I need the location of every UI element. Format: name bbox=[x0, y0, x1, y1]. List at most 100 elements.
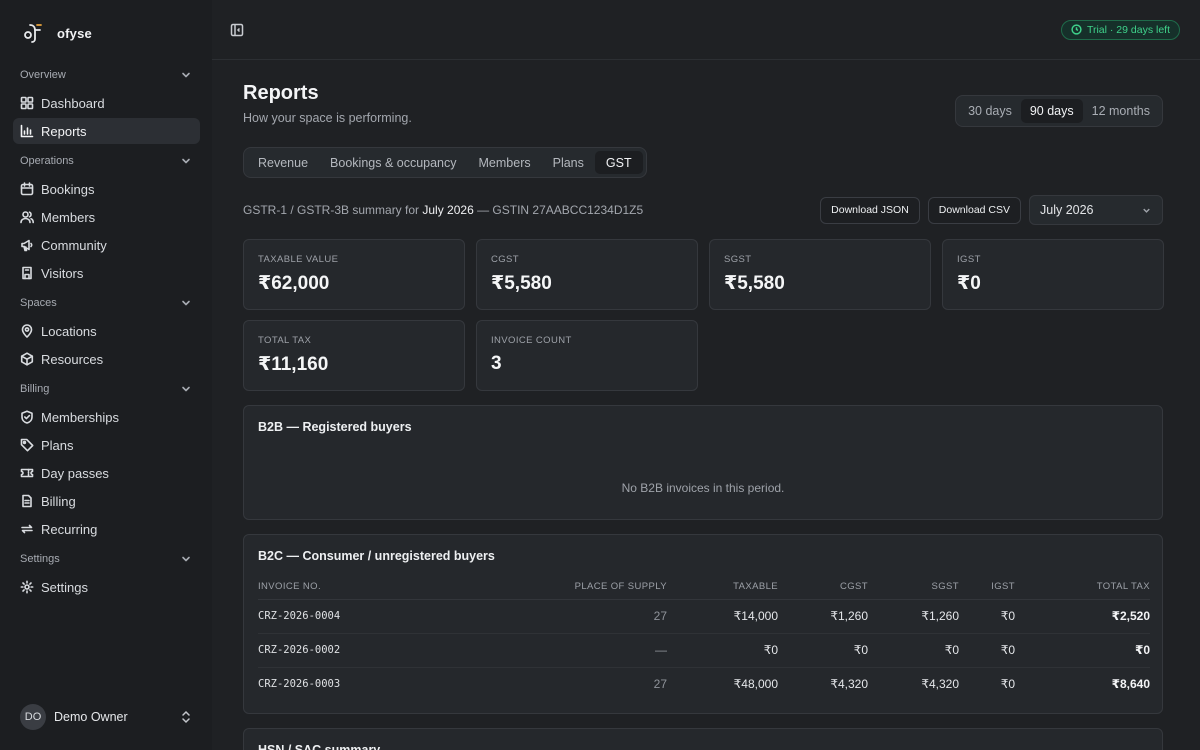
section-label: Settings bbox=[20, 553, 60, 565]
column-header: Invoice no. bbox=[258, 575, 408, 600]
invoice-number: CRZ-2026-0003 bbox=[258, 678, 341, 691]
b2b-empty-state: No B2B invoices in this period. bbox=[621, 480, 785, 495]
cgst: ₹4,320 bbox=[830, 677, 868, 692]
sidebar-toggle-icon[interactable] bbox=[230, 23, 244, 37]
igst: ₹0 bbox=[959, 633, 1015, 668]
taxable: ₹48,000 bbox=[733, 677, 778, 692]
stat-cgst: CGST ₹5,580 bbox=[476, 239, 698, 310]
chevron-down-icon bbox=[1143, 208, 1150, 213]
sidebar-section-spaces[interactable]: Spaces bbox=[0, 290, 212, 316]
sidebar-section-operations[interactable]: Operations bbox=[0, 148, 212, 174]
shield-icon bbox=[20, 410, 34, 424]
download-json-button[interactable]: Download JSON bbox=[820, 196, 920, 224]
column-header: SGST bbox=[868, 575, 959, 600]
calendar-icon bbox=[20, 182, 34, 196]
taxable: ₹0 bbox=[667, 633, 778, 668]
sidebar-item-bookings[interactable]: Bookings bbox=[13, 176, 200, 202]
gear-icon bbox=[20, 580, 34, 594]
sidebar-item-reports[interactable]: Reports bbox=[13, 118, 200, 144]
box-icon bbox=[20, 352, 34, 366]
sidebar-item-label: Memberships bbox=[41, 409, 120, 425]
tab-members[interactable]: Members bbox=[468, 151, 542, 174]
range-12-months[interactable]: 12 months bbox=[1083, 99, 1159, 123]
stat-label: Invoice count bbox=[491, 335, 572, 346]
igst: ₹0 bbox=[1000, 677, 1015, 692]
tab-revenue[interactable]: Revenue bbox=[247, 151, 319, 174]
sidebar-item-label: Community bbox=[41, 237, 107, 253]
sidebar-item-plans[interactable]: Plans bbox=[13, 432, 200, 458]
range-90-days[interactable]: 90 days bbox=[1020, 99, 1083, 123]
sidebar-item-label: Bookings bbox=[41, 181, 95, 197]
ticket-icon bbox=[20, 466, 34, 480]
place-of-supply: 27 bbox=[408, 599, 667, 634]
stat-igst: IGST ₹0 bbox=[942, 239, 1164, 310]
trial-text: Trial · 29 days left bbox=[1086, 23, 1170, 36]
chevron-down-icon bbox=[182, 72, 190, 78]
sidebar-item-members[interactable]: Members bbox=[13, 204, 200, 230]
file-icon bbox=[20, 494, 34, 508]
sidebar-item-resources[interactable]: Resources bbox=[13, 346, 200, 372]
download-csv-button[interactable]: Download CSV bbox=[927, 196, 1021, 224]
user-name: Demo Owner bbox=[54, 710, 128, 724]
cgst: ₹0 bbox=[778, 633, 868, 668]
stat-label: Taxable value bbox=[258, 254, 339, 265]
sidebar-item-memberships[interactable]: Memberships bbox=[13, 404, 200, 430]
sidebar-section-overview[interactable]: Overview bbox=[0, 62, 212, 88]
section-label: Operations bbox=[20, 155, 74, 167]
sidebar-section-billing[interactable]: Billing bbox=[0, 376, 212, 402]
gst-actions: Download JSON Download CSV July 2026 bbox=[820, 195, 1163, 225]
total-tax: ₹2,520 bbox=[1015, 599, 1150, 634]
sidebar-section-settings[interactable]: Settings bbox=[0, 546, 212, 572]
user-menu[interactable]: DO Demo Owner bbox=[20, 704, 192, 730]
chevron-down-icon bbox=[182, 158, 190, 164]
gst-toolbar: GSTR-1 / GSTR-3B summary for July 2026 —… bbox=[243, 195, 1163, 225]
stat-value: 3 bbox=[491, 353, 502, 374]
brand-name: ofyse bbox=[57, 25, 92, 41]
invoice-number: CRZ-2026-0004 bbox=[258, 599, 408, 634]
badge-icon bbox=[20, 266, 34, 280]
megaphone-icon bbox=[20, 238, 34, 252]
sgst: ₹0 bbox=[868, 633, 959, 668]
sidebar-item-label: Resources bbox=[41, 351, 104, 367]
cgst: ₹1,260 bbox=[778, 599, 868, 634]
sidebar-item-visitors[interactable]: Visitors bbox=[13, 260, 200, 286]
month-select-value: July 2026 bbox=[1040, 203, 1094, 217]
sidebar-item-recurring[interactable]: Recurring bbox=[13, 516, 200, 542]
place-of-supply: 27 bbox=[653, 677, 667, 692]
sidebar-item-label: Dashboard bbox=[41, 95, 105, 111]
stat-invoice-count: Invoice count 3 bbox=[476, 320, 698, 391]
sidebar-item-day-passes[interactable]: Day passes bbox=[13, 460, 200, 486]
stat-label: CGST bbox=[491, 254, 519, 265]
stat-sgst: SGST ₹5,580 bbox=[709, 239, 931, 310]
stat-total-tax: Total tax ₹11,160 bbox=[243, 320, 465, 391]
b2b-title: B2B — Registered buyers bbox=[258, 420, 412, 434]
sidebar-item-label: Settings bbox=[41, 579, 88, 595]
clock-icon bbox=[1071, 24, 1082, 35]
section-label: Overview bbox=[20, 69, 66, 81]
gst-summary: GSTR-1 / GSTR-3B summary for July 2026 —… bbox=[243, 203, 643, 217]
month-select[interactable]: July 2026 bbox=[1029, 195, 1163, 225]
sidebar-item-label: Reports bbox=[41, 123, 87, 139]
repeat-icon bbox=[20, 522, 34, 536]
brand[interactable]: ofyse bbox=[20, 16, 212, 50]
range-30-days[interactable]: 30 days bbox=[959, 99, 1021, 123]
column-header: IGST bbox=[959, 575, 1015, 600]
stat-value: ₹5,580 bbox=[724, 273, 785, 294]
stat-value: ₹11,160 bbox=[258, 354, 329, 375]
tab-bookings-occupancy[interactable]: Bookings & occupancy bbox=[319, 151, 467, 174]
sidebar-item-dashboard[interactable]: Dashboard bbox=[13, 90, 200, 116]
map-pin-icon bbox=[20, 324, 34, 338]
trial-badge[interactable]: Trial · 29 days left bbox=[1060, 19, 1180, 40]
tab-plans[interactable]: Plans bbox=[542, 151, 595, 174]
logo-icon bbox=[20, 20, 46, 46]
column-header: Total tax bbox=[1015, 575, 1150, 600]
stat-value: ₹5,580 bbox=[491, 273, 552, 294]
b2c-table: Invoice no. Place of supply Taxable CGST… bbox=[258, 575, 1150, 701]
sidebar-item-locations[interactable]: Locations bbox=[13, 318, 200, 344]
tab-gst[interactable]: GST bbox=[594, 151, 643, 174]
gst-stats: Taxable value ₹62,000 CGST ₹5,580 SGST ₹… bbox=[243, 239, 1164, 391]
stat-label: IGST bbox=[957, 254, 981, 265]
sidebar-item-community[interactable]: Community bbox=[13, 232, 200, 258]
sidebar-item-billing[interactable]: Billing bbox=[13, 488, 200, 514]
sidebar-item-settings[interactable]: Settings bbox=[13, 574, 200, 600]
